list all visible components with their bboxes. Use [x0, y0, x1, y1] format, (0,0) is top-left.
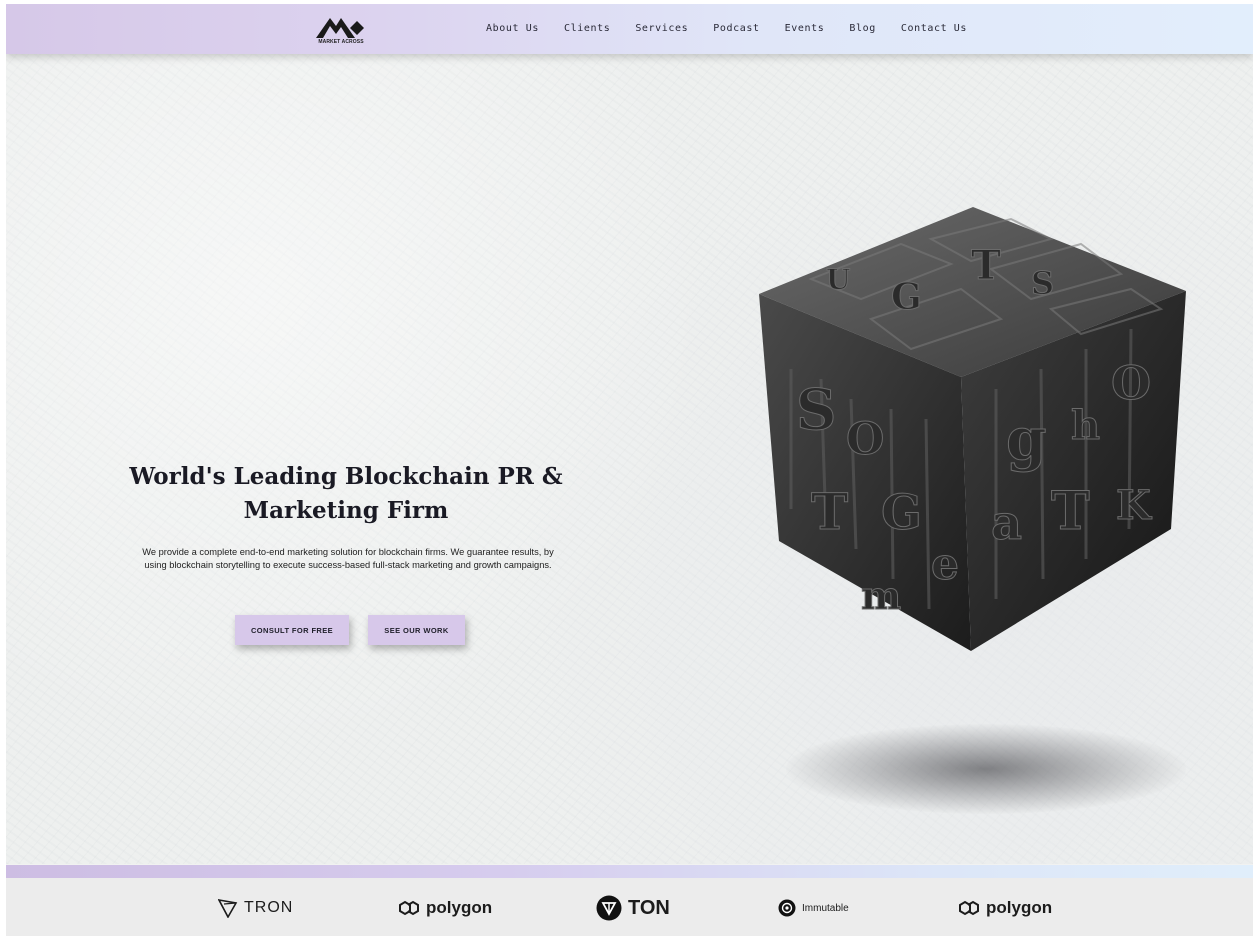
polygon-icon — [959, 900, 979, 916]
svg-text:e: e — [931, 539, 959, 590]
partner-ton[interactable]: TON — [596, 895, 670, 921]
top-navbar: MARKET ACROSS About Us Clients Services … — [6, 4, 1253, 54]
typography-cube-image: S O T G g h O a T K e m G T S U — [751, 199, 1191, 659]
svg-text:m: m — [861, 573, 901, 618]
consult-for-free-button[interactable]: CONSULT FOR FREE — [235, 615, 349, 645]
see-our-work-button[interactable]: SEE OUR WORK — [368, 615, 465, 645]
svg-text:O: O — [846, 414, 884, 465]
partner-polygon[interactable]: polygon — [958, 896, 1052, 920]
nav-services[interactable]: Services — [635, 23, 688, 34]
page-frame: MARKET ACROSS About Us Clients Services … — [6, 4, 1253, 936]
svg-text:T: T — [971, 242, 1001, 289]
nav-blog[interactable]: Blog — [849, 23, 875, 34]
svg-text:G: G — [881, 485, 922, 541]
svg-text:S: S — [1031, 264, 1054, 302]
partners-bar: TRON polygon TON Immutable polygon — [6, 878, 1253, 936]
hero-title: World's Leading Blockchain PR & Marketin… — [129, 463, 563, 524]
partners-divider — [6, 865, 1253, 878]
svg-text:O: O — [1111, 356, 1151, 410]
tron-icon — [218, 899, 238, 918]
svg-text:U: U — [826, 263, 850, 296]
cube-shadow — [786, 724, 1186, 814]
market-across-logo[interactable]: MARKET ACROSS — [310, 12, 372, 48]
logo-text: MARKET ACROSS — [318, 39, 364, 45]
immutable-icon — [778, 899, 796, 917]
nav-menu: About Us Clients Services Podcast Events… — [486, 23, 992, 34]
hero-description: We provide a complete end-to-end marketi… — [142, 547, 554, 570]
nav-clients[interactable]: Clients — [564, 23, 610, 34]
partner-polygon[interactable]: polygon — [398, 896, 492, 920]
svg-text:g: g — [1006, 405, 1047, 473]
logo-mountain-icon — [316, 18, 364, 38]
svg-text:S: S — [796, 377, 836, 443]
svg-text:K: K — [1116, 482, 1152, 529]
svg-text:T: T — [1051, 481, 1090, 542]
svg-text:a: a — [991, 495, 1022, 551]
nav-events[interactable]: Events — [785, 23, 825, 34]
svg-text:h: h — [1071, 402, 1100, 449]
ton-icon — [596, 895, 622, 921]
partner-tron[interactable]: TRON — [218, 896, 293, 920]
partner-label: TRON — [244, 899, 294, 916]
svg-text:T: T — [811, 482, 848, 541]
polygon-icon — [399, 900, 419, 916]
partner-label: Immutable — [802, 902, 849, 914]
partner-label: TON — [628, 896, 670, 919]
svg-text:G: G — [891, 276, 922, 318]
partner-label: polygon — [986, 898, 1053, 917]
partner-immutable[interactable]: Immutable — [778, 896, 849, 920]
nav-podcast[interactable]: Podcast — [713, 23, 759, 34]
nav-contact-us[interactable]: Contact Us — [901, 23, 967, 34]
nav-about-us[interactable]: About Us — [486, 23, 539, 34]
partner-label: polygon — [426, 898, 493, 917]
